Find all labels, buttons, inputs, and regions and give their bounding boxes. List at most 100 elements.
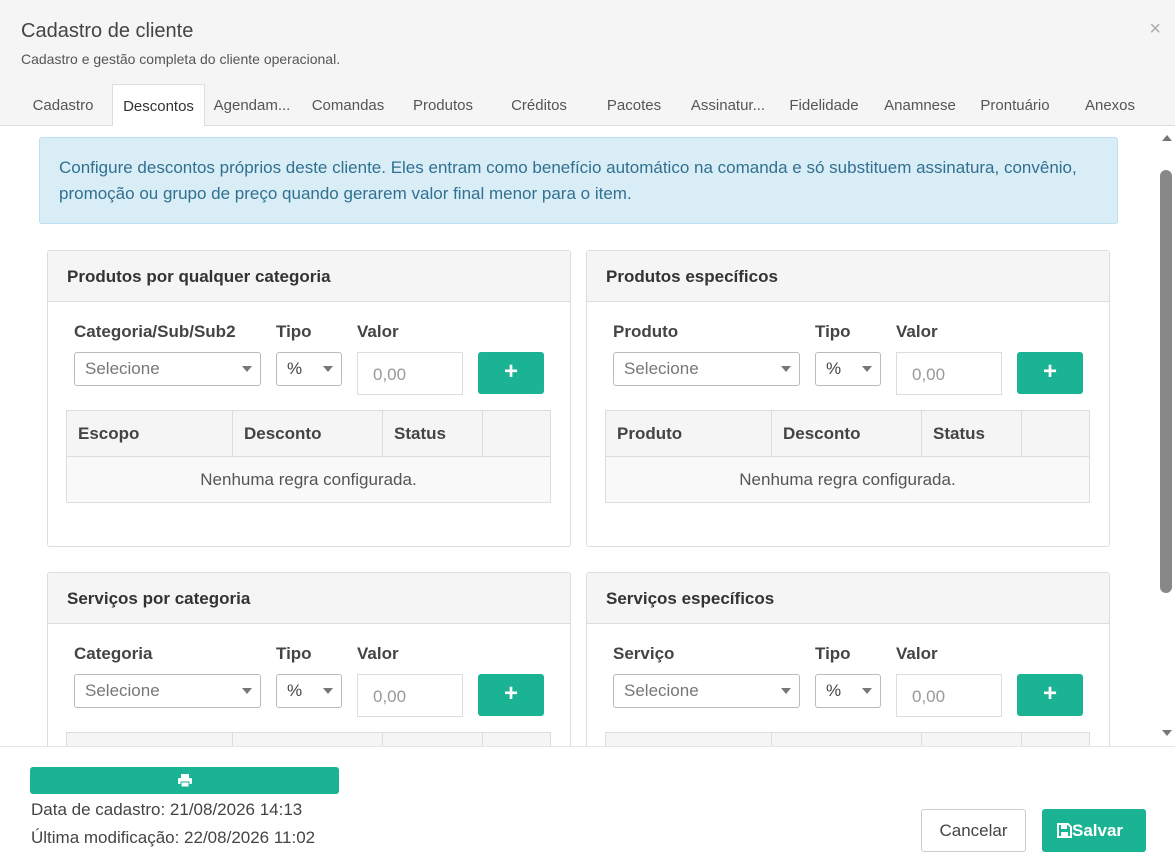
column-header [67, 733, 233, 746]
tab-assinaturas[interactable]: Assinatur... [683, 84, 773, 126]
select-value: % [287, 681, 303, 700]
empty-message: Nenhuma regra configurada. [67, 457, 550, 502]
caret-down-icon [862, 366, 872, 372]
panel-title: Produtos por qualquer categoria [48, 251, 570, 302]
content-scrollbar[interactable] [1158, 126, 1175, 746]
select-value: Selecione [624, 359, 699, 378]
add-rule-button[interactable]: + [478, 352, 544, 394]
scrollbar-thumb[interactable] [1160, 170, 1172, 593]
tab-pacotes[interactable]: Pacotes [589, 84, 679, 126]
column-header [922, 733, 1022, 746]
panel-title: Produtos específicos [587, 251, 1109, 302]
valor-input[interactable]: 0,00 [896, 674, 1002, 717]
caret-down-icon [781, 366, 791, 372]
info-alert: Configure descontos próprios deste clien… [39, 137, 1118, 224]
tipo-label: Tipo [815, 322, 851, 341]
tab-bar: Cadastro Descontos Agendam... Comandas P… [0, 84, 1175, 127]
modal-title: Cadastro de cliente [21, 20, 194, 42]
tab-cadastro[interactable]: Cadastro [18, 84, 108, 126]
field-label: Categoria/Sub/Sub2 [74, 322, 236, 341]
panel-produtos-especificos: Produtos específicos Produto Tipo Valor … [586, 250, 1110, 547]
close-icon[interactable]: × [1149, 18, 1161, 41]
valor-input[interactable]: 0,00 [896, 352, 1002, 395]
rules-table: Produto Desconto Status Nenhuma regra co… [605, 410, 1090, 503]
tab-anamnese[interactable]: Anamnese [875, 84, 965, 126]
panel-produtos-categoria: Produtos por qualquer categoria Categori… [47, 250, 571, 547]
tab-comandas[interactable]: Comandas [303, 84, 393, 126]
select-value: Selecione [624, 681, 699, 700]
tipo-select[interactable]: % [815, 352, 881, 386]
caret-down-icon [323, 366, 333, 372]
panel-title: Serviços por categoria [48, 573, 570, 624]
column-header: Produto [606, 411, 772, 456]
field-label: Categoria [74, 644, 153, 663]
table-header: Escopo Desconto Status [67, 411, 550, 457]
scroll-up-arrow-icon[interactable] [1162, 135, 1172, 141]
column-header: Status [922, 411, 1022, 456]
rules-table [605, 732, 1090, 746]
field-label: Produto [613, 322, 679, 341]
add-rule-button[interactable]: + [1017, 352, 1083, 394]
tipo-select[interactable]: % [276, 674, 342, 708]
panel-servicos-categoria: Serviços por categoria Categoria Tipo Va… [47, 572, 571, 746]
cancel-button[interactable]: Cancelar [921, 809, 1026, 852]
tipo-label: Tipo [815, 644, 851, 663]
column-header [383, 733, 483, 746]
tab-agendamentos[interactable]: Agendam... [207, 84, 297, 126]
rules-table: Escopo Desconto Status Nenhuma regra con… [66, 410, 551, 503]
tab-prontuario[interactable]: Prontuário [970, 84, 1060, 126]
categoria-select[interactable]: Selecione [74, 352, 261, 386]
column-header: Desconto [772, 411, 922, 456]
tipo-label: Tipo [276, 644, 312, 663]
tipo-select[interactable]: % [276, 352, 342, 386]
table-header: Produto Desconto Status [606, 411, 1089, 457]
table-header [67, 733, 550, 746]
valor-input[interactable]: 0,00 [357, 352, 463, 395]
valor-label: Valor [896, 644, 938, 663]
add-rule-button[interactable]: + [1017, 674, 1083, 716]
caret-down-icon [862, 688, 872, 694]
print-icon [177, 774, 192, 788]
client-modal: Cadastro de cliente Cadastro e gestão co… [0, 0, 1175, 868]
tab-anexos[interactable]: Anexos [1065, 84, 1155, 126]
caret-down-icon [781, 688, 791, 694]
modal-subtitle: Cadastro e gestão completa do cliente op… [21, 51, 341, 67]
tab-fidelidade[interactable]: Fidelidade [779, 84, 869, 126]
tipo-select[interactable]: % [815, 674, 881, 708]
tab-descontos[interactable]: Descontos [112, 84, 205, 127]
modal-footer: Data de cadastro: 21/08/2026 14:13 Últim… [0, 746, 1175, 868]
column-header: Escopo [67, 411, 233, 456]
categoria-select[interactable]: Selecione [74, 674, 261, 708]
servico-select[interactable]: Selecione [613, 674, 800, 708]
field-label: Serviço [613, 644, 675, 663]
table-header [606, 733, 1089, 746]
print-button[interactable] [30, 767, 339, 794]
valor-label: Valor [896, 322, 938, 341]
floppy-disk-icon [1057, 823, 1072, 838]
modified-date: Última modificação: 22/08/2026 11:02 [31, 828, 316, 847]
produto-select[interactable]: Selecione [613, 352, 800, 386]
column-header: Status [383, 411, 483, 456]
valor-input[interactable]: 0,00 [357, 674, 463, 717]
save-label: Salvar [1072, 821, 1124, 840]
empty-message: Nenhuma regra configurada. [606, 457, 1089, 502]
valor-label: Valor [357, 322, 399, 341]
select-value: Selecione [85, 681, 160, 700]
select-value: % [826, 681, 842, 700]
caret-down-icon [242, 366, 252, 372]
column-header: Desconto [233, 411, 383, 456]
column-header [772, 733, 922, 746]
panel-servicos-especificos: Serviços específicos Serviço Tipo Valor … [586, 572, 1110, 746]
tab-creditos[interactable]: Créditos [494, 84, 584, 126]
tipo-label: Tipo [276, 322, 312, 341]
scroll-down-arrow-icon[interactable] [1162, 730, 1172, 736]
valor-label: Valor [357, 644, 399, 663]
column-header [606, 733, 772, 746]
column-header [233, 733, 383, 746]
panel-title: Serviços específicos [587, 573, 1109, 624]
save-button[interactable]: Salvar [1042, 809, 1146, 852]
add-rule-button[interactable]: + [478, 674, 544, 716]
tab-content: Configure descontos próprios deste clien… [0, 126, 1175, 746]
caret-down-icon [242, 688, 252, 694]
tab-produtos[interactable]: Produtos [398, 84, 488, 126]
